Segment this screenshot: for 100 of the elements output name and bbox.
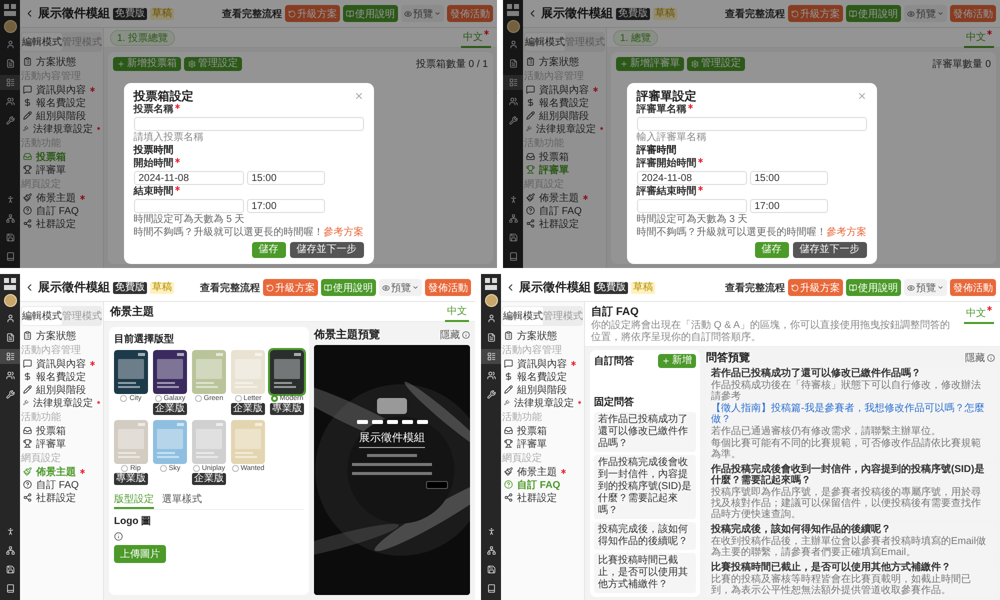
save-next-button[interactable]: 儲存並下一步 <box>290 242 364 258</box>
sidebar-item[interactable]: 自訂 FAQ <box>21 478 102 491</box>
sidebar-item[interactable]: 法律規章設定 <box>21 396 102 409</box>
theme-thumbnail[interactable] <box>270 350 304 394</box>
theme-thumbnail[interactable] <box>192 420 226 464</box>
sidebar-item[interactable]: 投票箱 <box>524 150 605 163</box>
time-field[interactable]: 15:00 <box>246 171 324 185</box>
settings-tab[interactable]: 版型設定 <box>114 491 154 509</box>
sidebar-item[interactable]: 自訂 FAQ <box>21 204 102 217</box>
language-tab[interactable]: 中文 <box>461 28 491 48</box>
sidebar-item[interactable]: 資訊與內容 <box>21 357 102 370</box>
theme-thumbnail[interactable] <box>192 350 226 394</box>
date-field[interactable] <box>636 199 746 213</box>
sidebar-item[interactable]: 資訊與內容 <box>21 83 102 96</box>
hide-button[interactable]: 隱藏 <box>965 350 995 364</box>
sidebar-item[interactable]: 自訂 FAQ <box>502 478 583 491</box>
theme-thumbnail[interactable] <box>153 350 187 394</box>
settings-tab[interactable]: 選單樣式 <box>162 491 202 509</box>
theme-thumbnail[interactable] <box>231 420 265 464</box>
avatar-icon[interactable] <box>484 294 498 307</box>
save-button[interactable]: 儲存 <box>754 242 788 258</box>
header-button[interactable]: 使用說明 <box>321 279 376 296</box>
sidebar-item[interactable]: 組別與階段 <box>524 109 605 122</box>
sidebar-item[interactable]: 評審單 <box>21 437 102 450</box>
sidebar-item[interactable]: 佈景主題 <box>21 191 102 204</box>
theme-thumbnail[interactable] <box>153 420 187 464</box>
avatar-icon[interactable] <box>4 20 16 33</box>
sidebar-item[interactable]: 評審單 <box>21 163 102 176</box>
header-button[interactable]: 使用說明 <box>846 5 901 22</box>
mode-tab[interactable]: 編輯模式 <box>525 33 565 51</box>
add-button[interactable]: 新增投票箱 <box>113 57 181 71</box>
plan-link[interactable]: 參考方案 <box>826 227 866 238</box>
faq-item[interactable]: 投稿完成後，該如何得知作品的後續呢？ <box>594 522 696 550</box>
rail-button[interactable] <box>481 349 501 364</box>
save-next-button[interactable]: 儲存並下一步 <box>792 242 866 258</box>
guide-link[interactable]: 【徵人指南】投稿篇-我是參賽者，我想修改作品可以嗎？怎麼做？ <box>711 403 990 425</box>
rail-button[interactable] <box>0 349 20 364</box>
header-button[interactable]: 使用說明 <box>846 279 901 296</box>
sidebar-item[interactable]: 法律規章設定 <box>502 396 583 409</box>
date-field[interactable]: 2024-11-08 <box>636 171 746 185</box>
settings-button[interactable]: 管理設定 <box>184 57 242 71</box>
header-button[interactable]: 使用說明 <box>343 5 398 22</box>
header-button[interactable]: 升級方案 <box>263 279 318 296</box>
flow-link[interactable]: 查看完整流程 <box>200 280 260 294</box>
sidebar-item[interactable]: 法律規章設定 <box>21 122 102 135</box>
sidebar-item[interactable]: 社群設定 <box>21 491 102 504</box>
preview-dropdown[interactable]: 預覽 <box>904 279 947 296</box>
sidebar-item[interactable]: 方案狀態 <box>502 329 583 342</box>
sidebar-item[interactable]: 資訊與內容 <box>524 83 605 96</box>
faq-item[interactable]: 比賽投稿時間已截止，是否可以使用其他方式補繳件？ <box>594 553 696 593</box>
flow-link[interactable]: 查看完整流程 <box>222 6 282 20</box>
language-tab[interactable]: 中文 <box>964 304 994 324</box>
hide-button[interactable]: 隱藏 <box>440 328 470 342</box>
sidebar-item[interactable]: 方案狀態 <box>21 55 102 68</box>
sidebar-item[interactable]: 方案狀態 <box>21 329 102 342</box>
name-field[interactable] <box>134 117 364 131</box>
sidebar-item[interactable]: 組別與階段 <box>21 383 102 396</box>
upload-button[interactable]: 上傳圖片 <box>114 545 166 563</box>
add-button[interactable]: 新增評審單 <box>616 57 684 71</box>
preview-dropdown[interactable]: 預覽 <box>401 5 444 22</box>
faq-item[interactable]: 若作品已投稿成功了還可以修改已繳件作品嗎？ <box>594 412 696 452</box>
save-button[interactable]: 儲存 <box>252 242 286 258</box>
sidebar-item[interactable]: 佈景主題 <box>502 465 583 478</box>
date-field[interactable] <box>134 199 244 213</box>
sidebar-item[interactable]: 報名費設定 <box>524 96 605 109</box>
time-field[interactable]: 15:00 <box>750 171 828 185</box>
flow-link[interactable]: 查看完整流程 <box>725 280 785 294</box>
mode-tab[interactable]: 編輯模式 <box>503 307 543 325</box>
theme-thumbnail[interactable] <box>114 350 148 394</box>
close-button[interactable] <box>856 91 866 101</box>
sidebar-item[interactable]: 報名費設定 <box>21 370 102 383</box>
sidebar-item[interactable]: 報名費設定 <box>502 370 583 383</box>
sidebar-item[interactable]: 組別與階段 <box>21 109 102 122</box>
sidebar-item[interactable]: 佈景主題 <box>524 191 605 204</box>
preview-dropdown[interactable]: 預覽 <box>904 5 947 22</box>
sidebar-item[interactable]: 社群設定 <box>502 491 583 504</box>
avatar-icon[interactable] <box>4 294 16 307</box>
theme-thumbnail[interactable] <box>114 420 148 464</box>
sidebar-item[interactable]: 組別與階段 <box>502 383 583 396</box>
mode-tab[interactable]: 編輯模式 <box>22 307 62 325</box>
flow-link[interactable]: 查看完整流程 <box>725 6 785 20</box>
sidebar-item[interactable]: 法律規章設定 <box>524 122 605 135</box>
faq-item[interactable]: 作品投稿完成後會收到一封信件，內容提到的投稿序號(SID)是什麼？需要記起來嗎？ <box>594 455 696 519</box>
name-field[interactable] <box>636 117 866 131</box>
time-field[interactable]: 17:00 <box>246 199 324 213</box>
language-tab[interactable]: 中文 <box>445 302 469 322</box>
sidebar-item[interactable]: 投票箱 <box>502 424 583 437</box>
sidebar-item[interactable]: 佈景主題 <box>21 465 102 478</box>
add-button[interactable]: 新增 <box>658 354 696 368</box>
sidebar-item[interactable]: 資訊與內容 <box>502 357 583 370</box>
header-button[interactable]: 發佈活動 <box>950 279 996 296</box>
theme-thumbnail[interactable] <box>231 350 265 394</box>
date-field[interactable]: 2024-11-08 <box>134 171 244 185</box>
sidebar-item[interactable]: 社群設定 <box>524 217 605 230</box>
settings-button[interactable]: 管理設定 <box>687 57 745 71</box>
sidebar-item[interactable]: 方案狀態 <box>524 55 605 68</box>
sidebar-item[interactable]: 報名費設定 <box>21 96 102 109</box>
header-button[interactable]: 升級方案 <box>788 279 843 296</box>
sidebar-item[interactable]: 自訂 FAQ <box>524 204 605 217</box>
sidebar-item[interactable]: 評審單 <box>502 437 583 450</box>
